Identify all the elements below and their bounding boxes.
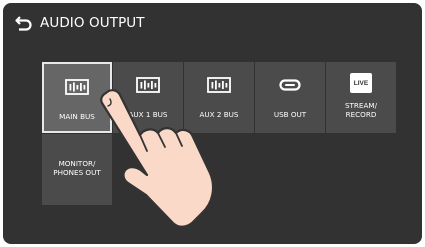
usb-c-icon (279, 79, 301, 91)
audio-output-screen: AUDIO OUTPUT MAIN BUS AUX 1 BUS AUX 2 BU… (3, 3, 422, 244)
tile-usb-out[interactable]: USB OUT (255, 62, 325, 133)
tile-label: MAIN BUS (59, 112, 95, 121)
live-icon: LIVE (350, 73, 372, 93)
page-title: AUDIO OUTPUT (40, 15, 145, 31)
tile-label: USB OUT (273, 110, 307, 119)
audio-bus-icon (207, 77, 231, 93)
tile-aux2-bus[interactable]: AUX 2 BUS (184, 62, 254, 133)
audio-bus-icon (65, 79, 89, 95)
tile-label: STREAM/ RECORD (344, 101, 378, 119)
tile-monitor-phones-out[interactable]: MONITOR/ PHONES OUT (42, 134, 112, 205)
live-icon-text: LIVE (353, 79, 369, 87)
tile-label: AUX 1 BUS (128, 110, 168, 119)
return-arrow-icon[interactable] (15, 14, 33, 32)
tile-label: MONITOR/ PHONES OUT (53, 159, 101, 177)
tile-main-bus[interactable]: MAIN BUS (42, 62, 112, 133)
tile-label: AUX 2 BUS (199, 110, 239, 119)
tile-aux1-bus[interactable]: AUX 1 BUS (113, 62, 183, 133)
header: AUDIO OUTPUT (15, 12, 145, 34)
tile-stream-record[interactable]: LIVE STREAM/ RECORD (326, 62, 396, 133)
audio-bus-icon (136, 77, 160, 93)
